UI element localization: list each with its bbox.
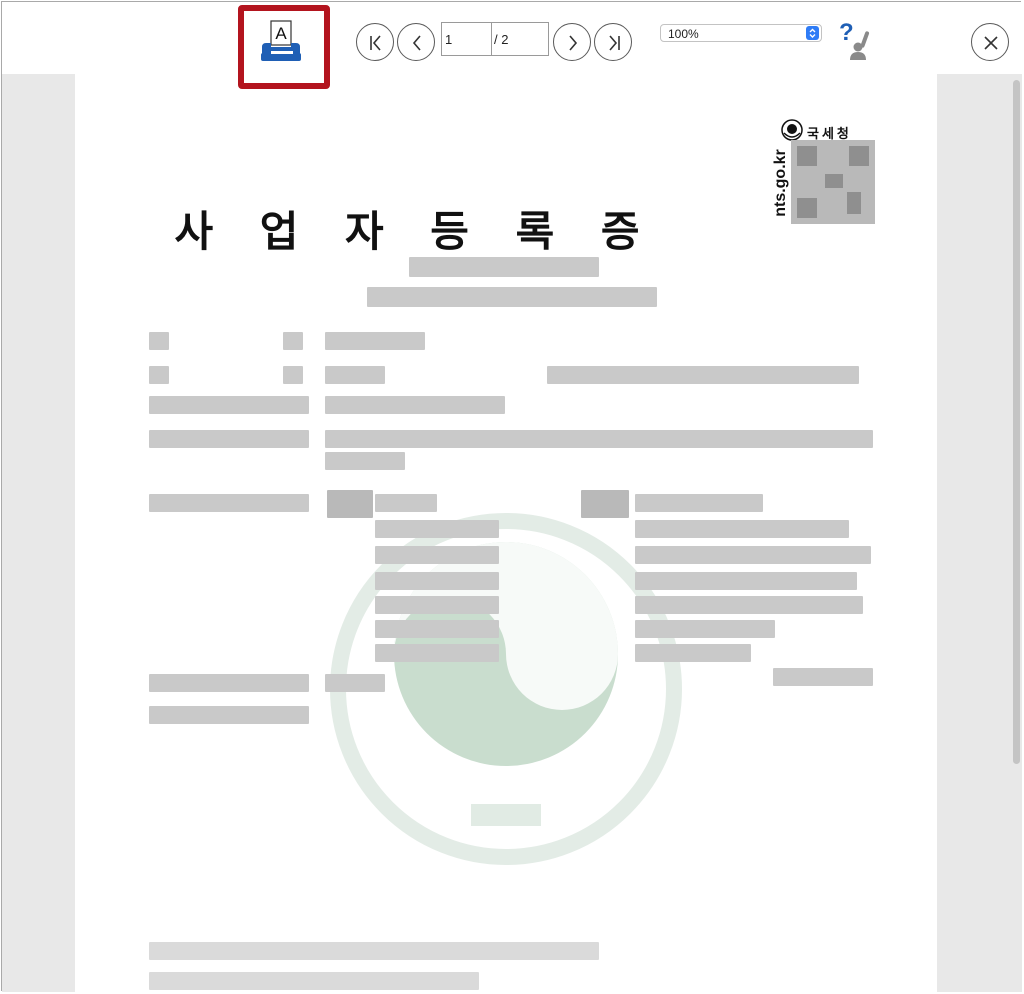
page-indicator: / 2 <box>441 22 549 56</box>
redacted-text-block <box>635 520 849 538</box>
redacted-text-block <box>325 674 385 692</box>
redacted-text-block <box>325 332 425 350</box>
redacted-text-block <box>375 572 499 590</box>
print-icon-letter: A <box>275 24 287 43</box>
redacted-text-block <box>149 674 309 692</box>
chevron-updown-icon <box>806 26 819 40</box>
redacted-text-block <box>149 332 169 350</box>
redacted-text-block <box>375 620 499 638</box>
redacted-text-block <box>149 430 309 448</box>
chevron-left-icon <box>412 35 421 51</box>
redacted-text-block <box>149 396 309 414</box>
qr-code <box>791 140 875 224</box>
zoom-value: 100% <box>668 27 699 41</box>
redacted-text-block <box>149 494 309 512</box>
redacted-text-block <box>375 644 499 662</box>
document-title: 사 업 자 등 록 증 <box>174 207 656 256</box>
printer-icon: A <box>261 20 301 61</box>
close-icon <box>984 36 998 50</box>
redacted-text-block <box>367 287 657 307</box>
nts-url: nts.go.kr <box>772 149 789 217</box>
vertical-scrollbar[interactable] <box>1013 80 1020 764</box>
last-page-button[interactable] <box>594 23 632 61</box>
redacted-text-block <box>635 620 775 638</box>
last-page-icon <box>609 35 620 51</box>
redacted-text-block <box>773 668 873 686</box>
previous-page-button[interactable] <box>397 23 435 61</box>
redacted-text-block <box>325 396 505 414</box>
redacted-text-block <box>409 257 599 277</box>
print-button[interactable]: A <box>238 5 330 89</box>
redacted-text-block <box>635 494 763 512</box>
redacted-text-block <box>375 546 499 564</box>
redacted-text-block <box>283 366 303 384</box>
page-total: / 2 <box>494 32 509 47</box>
document-viewer[interactable]: 국세청 nts.go.kr 사 업 자 등 록 증 <box>2 74 1022 992</box>
redacted-text-block <box>635 572 857 590</box>
redacted-text-block <box>327 490 373 518</box>
page-number-input[interactable] <box>442 23 492 55</box>
viewer-window: A / 2 <box>1 1 1022 992</box>
zoom-select[interactable]: 100% <box>660 24 822 42</box>
redacted-text-block <box>635 644 751 662</box>
redacted-text-block <box>149 942 599 960</box>
first-page-button[interactable] <box>356 23 394 61</box>
redacted-text-block <box>325 366 385 384</box>
redacted-text-block <box>283 332 303 350</box>
redacted-text-block <box>149 706 309 724</box>
redacted-text-block <box>547 366 859 384</box>
close-button[interactable] <box>971 23 1009 61</box>
redacted-text-block <box>375 520 499 538</box>
redacted-text-block <box>581 490 629 518</box>
first-page-icon <box>370 35 381 51</box>
redacted-text-block <box>149 366 169 384</box>
redacted-text-block <box>375 494 437 512</box>
document-page: 국세청 nts.go.kr 사 업 자 등 록 증 <box>75 74 937 992</box>
redacted-text-block <box>635 546 871 564</box>
redacted-text-block <box>325 452 405 470</box>
redacted-text-block <box>375 596 499 614</box>
help-mark: ? <box>839 20 854 46</box>
help-button[interactable]: ? <box>836 19 880 62</box>
redacted-text-block <box>635 596 863 614</box>
help-icon: ? <box>839 19 870 60</box>
toolbar: A / 2 <box>2 2 1022 89</box>
redacted-text-block <box>325 430 873 448</box>
next-page-button[interactable] <box>553 23 591 61</box>
redacted-text-block <box>149 972 479 990</box>
chevron-right-icon <box>569 35 578 51</box>
